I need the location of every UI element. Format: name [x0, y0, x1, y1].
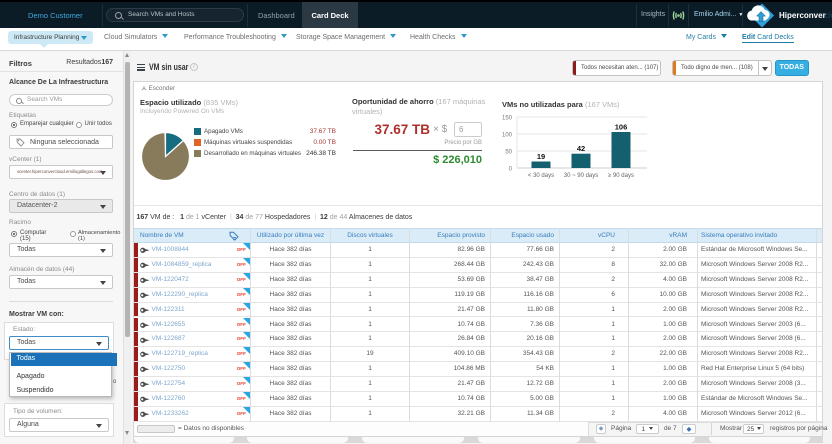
- svg-text:42: 42: [577, 144, 585, 153]
- svg-text:Hiperconver: Hiperconver: [779, 11, 826, 20]
- svg-text:19: 19: [537, 152, 545, 161]
- svg-text:150: 150: [502, 116, 513, 122]
- svg-text:0: 0: [509, 167, 513, 173]
- svg-text:100: 100: [502, 133, 513, 139]
- svg-text:≥ 90 days: ≥ 90 days: [608, 173, 634, 179]
- svg-text:106: 106: [615, 123, 628, 132]
- svg-text:50: 50: [505, 150, 512, 156]
- svg-text:< 30 days: < 30 days: [528, 173, 554, 179]
- svg-text:30 ~ 90 days: 30 ~ 90 days: [564, 173, 599, 179]
- svg-text:clo: clo: [825, 11, 832, 20]
